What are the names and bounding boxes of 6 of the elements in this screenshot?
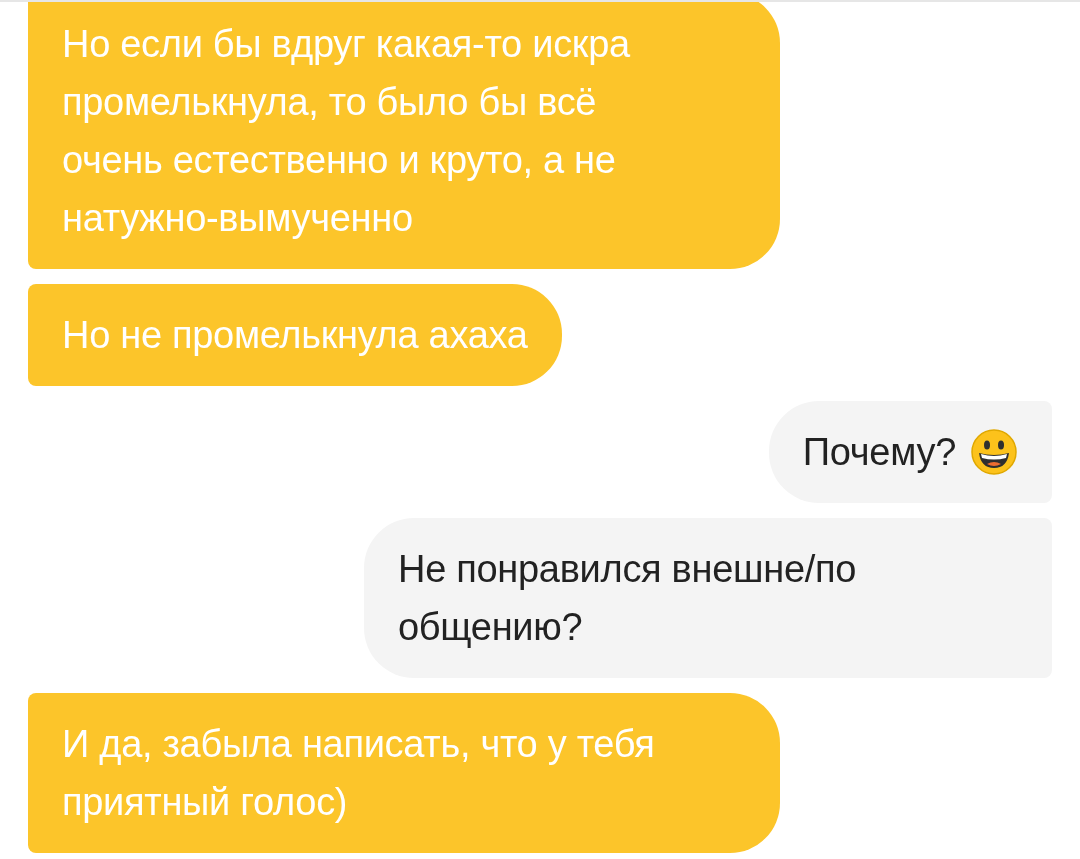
message-text: Но не промелькнула ахаха (62, 313, 528, 358)
message-text: Почему? (802, 430, 956, 475)
message-text: Но если бы вдруг какая-то искра промелькнула, то было бы всё очень естественно и круто, а не натужно-вымученно (62, 22, 631, 241)
grinning-face-icon (970, 428, 1018, 476)
message-text: Не понравился внешне/по общению? (398, 547, 858, 650)
message-text: И да, забыла написать, что у тебя приятный голос) (62, 722, 656, 825)
